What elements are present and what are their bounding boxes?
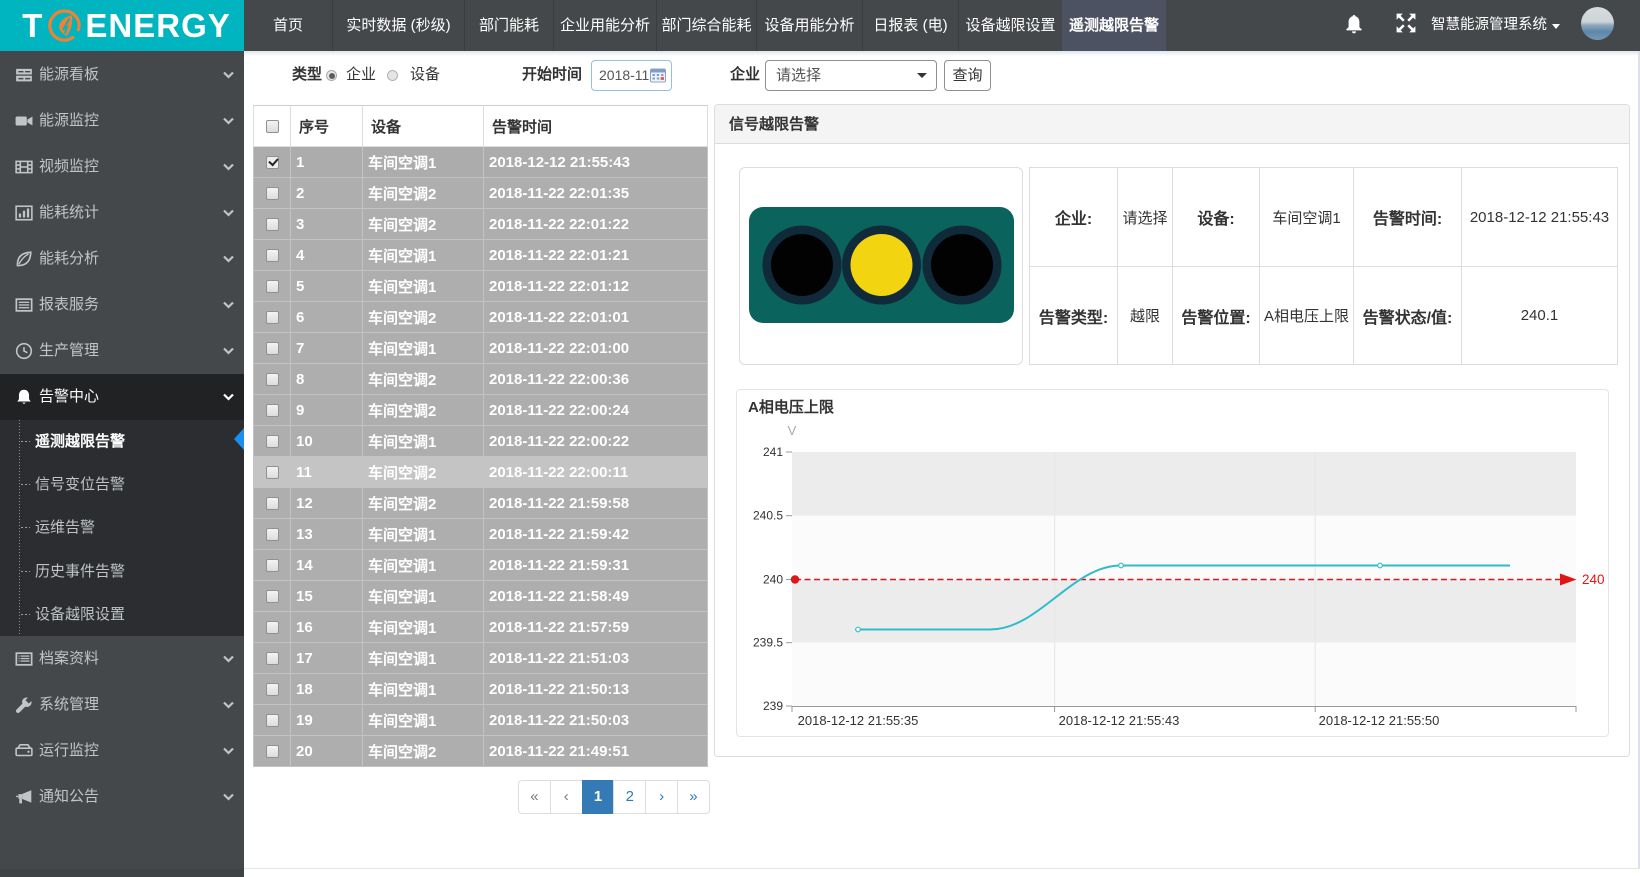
svg-text:240.5: 240.5 xyxy=(753,509,783,523)
svg-text:240: 240 xyxy=(763,573,783,587)
svg-text:2018-12-12 21:55:35: 2018-12-12 21:55:35 xyxy=(798,713,919,728)
svg-text:V: V xyxy=(788,423,797,438)
svg-text:239: 239 xyxy=(763,699,783,713)
svg-text:240: 240 xyxy=(1582,572,1605,587)
svg-text:2018-12-12 21:55:50: 2018-12-12 21:55:50 xyxy=(1319,713,1440,728)
svg-text:239.5: 239.5 xyxy=(753,636,783,650)
svg-text:2018-12-12 21:55:43: 2018-12-12 21:55:43 xyxy=(1059,713,1180,728)
svg-text:241: 241 xyxy=(763,445,783,459)
